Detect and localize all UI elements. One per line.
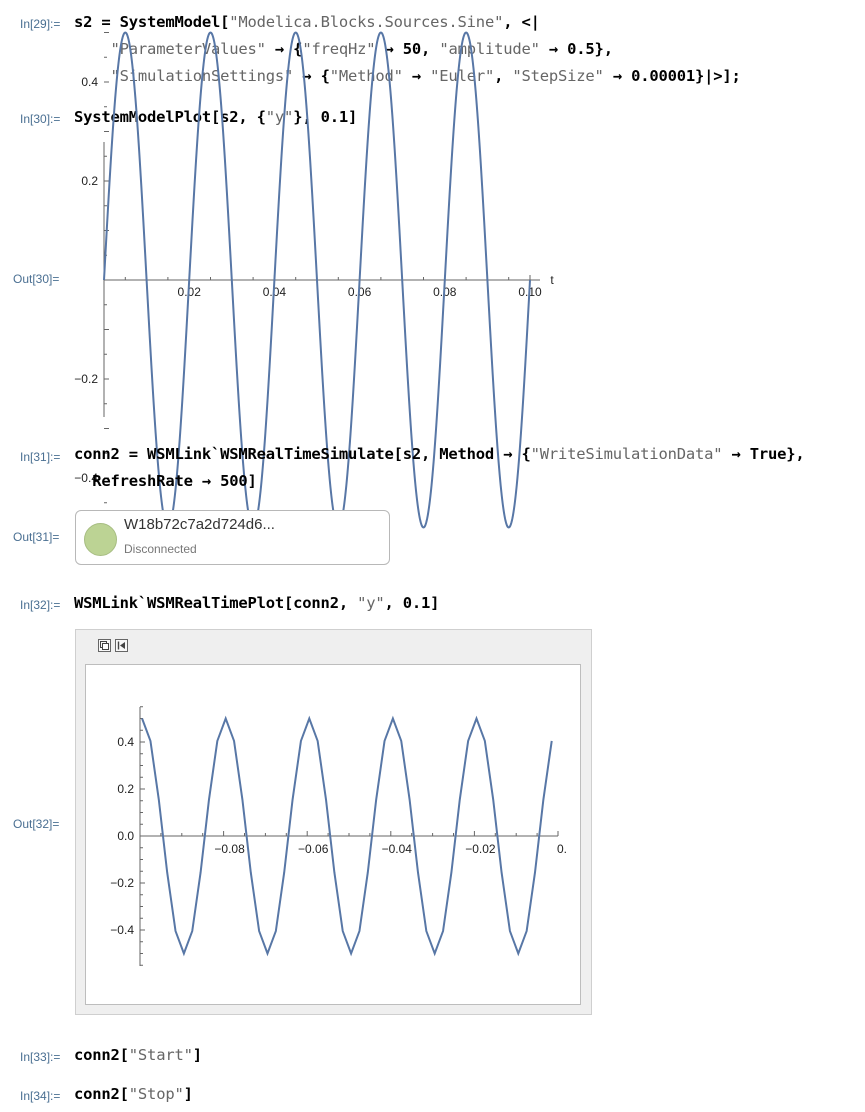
x-tick-label: −0.04	[382, 842, 413, 856]
string-token: "Start"	[128, 1046, 193, 1064]
string-token: "Stop"	[128, 1085, 184, 1103]
code-token: ]	[192, 1046, 202, 1064]
y-tick-label: −0.2	[110, 876, 134, 890]
code-line[interactable]: conn2["Stop"]	[74, 1085, 193, 1103]
x-tick-label: 0.	[557, 842, 567, 856]
code-token: conn2[	[74, 1085, 129, 1103]
x-tick-label: −0.08	[214, 842, 245, 856]
realtime-plot[interactable]: −0.08 −0.06 −0.04 −0.02 0. 0.4 0.2 0.0 −0.2 −0.4	[0, 0, 865, 1112]
code-token: conn2[	[74, 1046, 129, 1064]
y-tick-label: 0.4	[117, 735, 134, 749]
code-token: ]	[183, 1085, 193, 1103]
x-tick-label: −0.06	[298, 842, 329, 856]
code-line[interactable]: conn2["Start"]	[74, 1046, 202, 1064]
y-tick-label: −0.4	[110, 923, 134, 937]
y-tick-label: 0.0	[117, 829, 134, 843]
y-tick-label: 0.2	[117, 782, 134, 796]
input-label: In[34]:=	[20, 1089, 61, 1103]
x-tick-label: −0.02	[465, 842, 496, 856]
input-label: In[33]:=	[20, 1050, 61, 1064]
